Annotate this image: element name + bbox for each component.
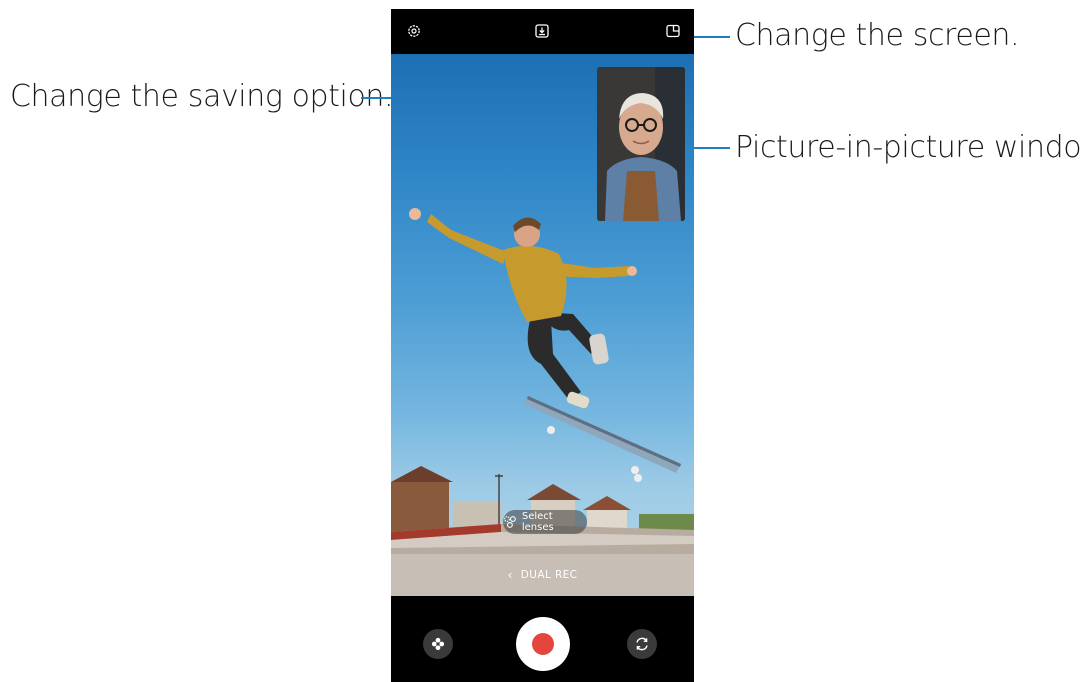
select-lenses-button[interactable]: Select lenses — [503, 510, 587, 534]
switch-camera-button[interactable] — [627, 629, 657, 659]
record-dot-icon — [532, 633, 554, 655]
chevron-left-icon: ‹ — [507, 568, 513, 582]
mode-label: DUAL REC — [520, 569, 578, 581]
multi-lens-icon — [504, 516, 516, 528]
download-box-icon[interactable] — [533, 22, 551, 40]
selfie-portrait — [597, 67, 685, 221]
split-screen-icon[interactable] — [664, 22, 682, 40]
select-lenses-label: Select lenses — [521, 511, 554, 533]
picture-in-picture-window[interactable] — [597, 67, 685, 221]
rotate-camera-icon — [636, 637, 648, 651]
callout-saving-option: Change the saving option. — [10, 79, 394, 114]
callout-change-screen: Change the screen. — [735, 18, 1020, 53]
flower-icon — [431, 637, 445, 651]
camera-bottom-bar — [391, 596, 694, 682]
effects-button[interactable] — [423, 629, 453, 659]
gear-icon[interactable] — [405, 22, 423, 40]
camera-preview[interactable]: Select lenses ‹ DUAL REC — [391, 54, 694, 596]
skateboard — [524, 396, 681, 482]
callout-pip-window: Picture-in-picture window — [735, 130, 1083, 165]
camera-top-bar — [391, 9, 694, 54]
skater — [409, 208, 637, 409]
manual-illustration: Change the saving option. Change the scr… — [0, 0, 1083, 682]
record-button[interactable] — [516, 617, 570, 671]
mode-selector[interactable]: ‹ DUAL REC — [391, 554, 694, 596]
phone-screen: Select lenses ‹ DUAL REC — [391, 9, 694, 682]
